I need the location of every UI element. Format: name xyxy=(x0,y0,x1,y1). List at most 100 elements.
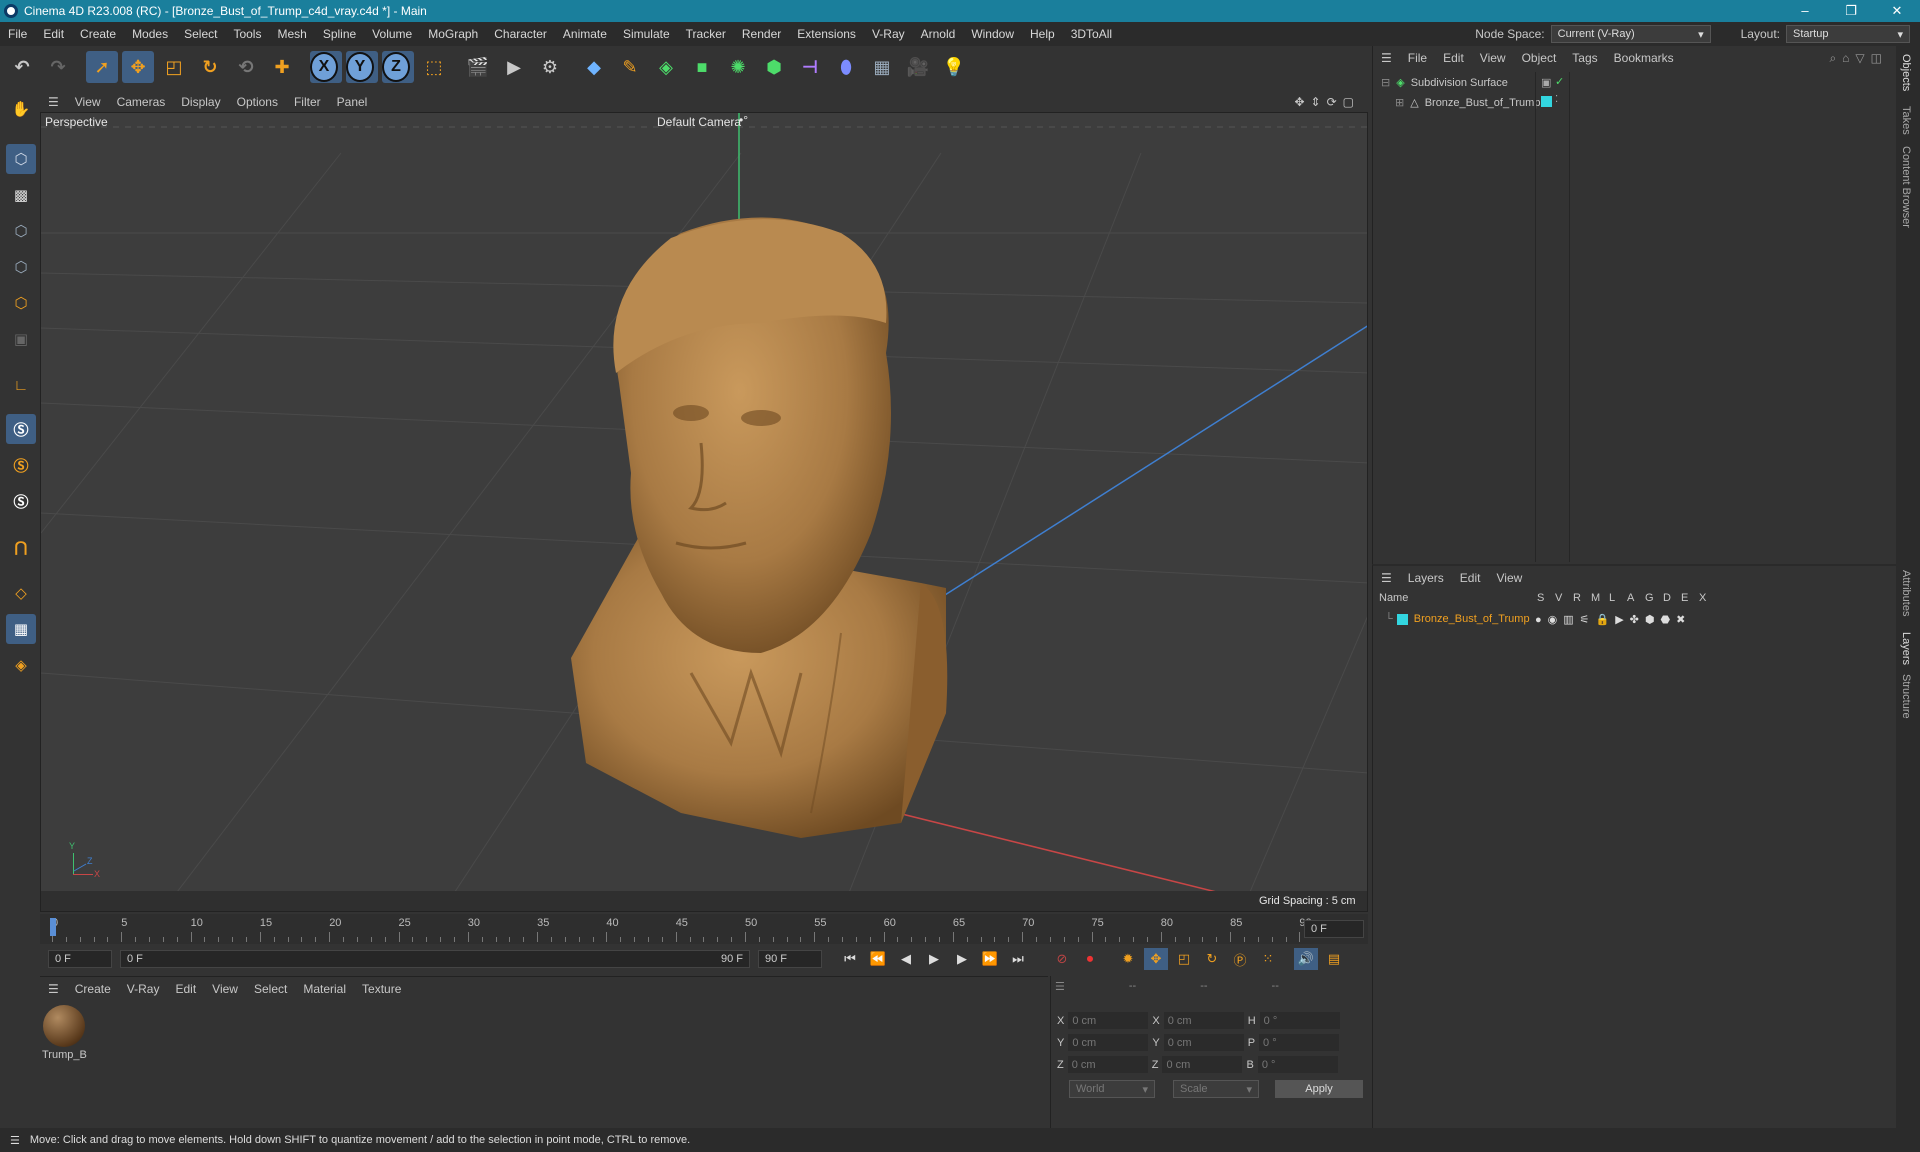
field-button[interactable]: ⬮ xyxy=(830,51,862,83)
enabled-check-icon[interactable]: ✓ xyxy=(1555,75,1564,88)
move-tool-button[interactable]: ✥ xyxy=(122,51,154,83)
menu-modes[interactable]: Modes xyxy=(124,27,176,41)
redo-button[interactable]: ↷ xyxy=(42,51,74,83)
snap-mode-button[interactable]: Ⓢ xyxy=(6,486,36,516)
camera-name[interactable]: Default Camera xyxy=(657,115,741,129)
material-menu-create[interactable]: Create xyxy=(67,982,119,996)
go-to-start-button[interactable]: ⏮ xyxy=(838,948,862,970)
object-menu-view[interactable]: View xyxy=(1472,51,1514,65)
edges-mode-button[interactable]: ⬡ xyxy=(6,252,36,282)
viewport-nav-icons[interactable]: ✥⇕⟳▢ xyxy=(1294,95,1368,109)
menu-character[interactable]: Character xyxy=(486,27,555,41)
key-scale-button[interactable]: ◰ xyxy=(1172,948,1196,970)
menu-window[interactable]: Window xyxy=(963,27,1022,41)
menu-help[interactable]: Help xyxy=(1022,27,1063,41)
visibility-dots-icon[interactable]: ⁚ xyxy=(1555,94,1558,105)
polygons-mode-button[interactable]: ⬡ xyxy=(6,288,36,318)
size-y-field[interactable]: 0 cm xyxy=(1163,1034,1244,1051)
menu-create[interactable]: Create xyxy=(72,27,124,41)
start-frame-field[interactable]: 0 F xyxy=(48,950,112,968)
edit-toggle-icon[interactable]: ▣ xyxy=(1541,76,1551,89)
axis-mode-button[interactable]: ∟ xyxy=(6,370,36,400)
size-z-field[interactable]: 0 cm xyxy=(1162,1056,1243,1073)
rotation-p-field[interactable]: 0 ° xyxy=(1259,1034,1340,1051)
magnet-button[interactable]: ⋂ xyxy=(6,532,36,562)
undo-button[interactable]: ↶ xyxy=(6,51,38,83)
autokey-button[interactable]: ⏺ xyxy=(1078,948,1102,970)
coordinate-system-button[interactable]: ⬚ xyxy=(418,51,450,83)
menu-render[interactable]: Render xyxy=(734,27,789,41)
tree-item-bust[interactable]: ⊞ △ Bronze_Bust_of_Trump xyxy=(1395,96,1540,110)
extrude-button[interactable]: ■ xyxy=(686,51,718,83)
material-swatch[interactable]: Trump_B xyxy=(42,1005,87,1061)
menu-arnold[interactable]: Arnold xyxy=(913,27,964,41)
go-to-end-button[interactable]: ⏭ xyxy=(1006,948,1030,970)
viewport-menu-cameras[interactable]: Cameras xyxy=(109,95,174,109)
cube-button[interactable]: ◆ xyxy=(578,51,610,83)
coord-system-dropdown[interactable]: World ▾ xyxy=(1069,1080,1155,1098)
maximize-button[interactable]: ❐ xyxy=(1828,3,1874,19)
select-tool-button[interactable]: ➚ xyxy=(86,51,118,83)
points-mode-button[interactable]: ⬡ xyxy=(6,216,36,246)
keyframe-selection-button[interactable]: ✹ xyxy=(1116,948,1140,970)
motion-clip-button[interactable]: 🔊 xyxy=(1294,948,1318,970)
size-x-field[interactable]: 0 cm xyxy=(1163,1012,1244,1029)
menu-edit[interactable]: Edit xyxy=(35,27,72,41)
position-z-field[interactable]: 0 cm xyxy=(1067,1056,1148,1073)
material-menu-texture[interactable]: Texture xyxy=(354,982,409,996)
workplane-button[interactable]: ◇ xyxy=(6,578,36,608)
play-button[interactable]: ▶ xyxy=(922,948,946,970)
layer-menu-layers[interactable]: Layers xyxy=(1400,571,1452,585)
menu-extensions[interactable]: Extensions xyxy=(789,27,864,41)
create-tool-button[interactable]: ✚ xyxy=(266,51,298,83)
viewport-menu-view[interactable]: View xyxy=(67,95,109,109)
minimize-button[interactable]: – xyxy=(1782,3,1828,19)
next-frame-button[interactable]: ▶ xyxy=(950,948,974,970)
render-view-button[interactable]: 🎬 xyxy=(462,51,494,83)
layer-row[interactable]: └ Bronze_Bust_of_Trump ●◉▥⚟🔒▶✤⬢⬣✖ xyxy=(1373,610,1897,628)
floor-button[interactable]: ▦ xyxy=(866,51,898,83)
material-menu-edit[interactable]: Edit xyxy=(167,982,204,996)
model-mode-button[interactable]: ⬡ xyxy=(6,144,36,174)
layer-hamburger-icon[interactable]: ☰ xyxy=(1373,571,1400,585)
recent-tool-button[interactable]: ⟲ xyxy=(230,51,262,83)
menu-tracker[interactable]: Tracker xyxy=(678,27,734,41)
viewport-hamburger-icon[interactable]: ☰ xyxy=(40,95,67,109)
menu-animate[interactable]: Animate xyxy=(555,27,615,41)
apply-button[interactable]: Apply xyxy=(1275,1080,1363,1098)
playhead-marker[interactable] xyxy=(50,918,56,936)
size-mode-dropdown[interactable]: Scale ▾ xyxy=(1173,1080,1259,1098)
menu-tools[interactable]: Tools xyxy=(225,27,269,41)
menu-spline[interactable]: Spline xyxy=(315,27,364,41)
status-hamburger-icon[interactable]: ☰ xyxy=(0,1134,30,1147)
snap-button[interactable]: Ⓢ xyxy=(6,414,36,444)
light-button[interactable]: 💡 xyxy=(938,51,970,83)
key-position-button[interactable]: ✥ xyxy=(1144,948,1168,970)
render-settings-button[interactable]: ⚙ xyxy=(534,51,566,83)
object-menu-bookmarks[interactable]: Bookmarks xyxy=(1606,51,1682,65)
menu-vray[interactable]: V-Ray xyxy=(864,27,913,41)
cloner-button[interactable]: ✺ xyxy=(722,51,754,83)
layout-dropdown[interactable]: Startup ▾ xyxy=(1786,25,1910,43)
current-frame-field[interactable]: 0 F xyxy=(1304,920,1364,938)
y-axis-button[interactable]: Y xyxy=(346,51,378,83)
material-menu-select[interactable]: Select xyxy=(246,982,295,996)
key-parameter-button[interactable]: Ⓟ xyxy=(1228,948,1252,970)
tab-structure[interactable]: Structure xyxy=(1900,674,1912,719)
tab-objects[interactable]: Objects xyxy=(1900,54,1912,91)
tab-content-browser[interactable]: Content Browser xyxy=(1900,146,1912,228)
object-menu-object[interactable]: Object xyxy=(1514,51,1565,65)
scale-tool-button[interactable]: ◰ xyxy=(158,51,190,83)
layer-color-icon[interactable] xyxy=(1541,96,1552,107)
rotation-h-field[interactable]: 0 ° xyxy=(1259,1012,1340,1029)
tab-layers[interactable]: Layers xyxy=(1900,632,1912,665)
timeline-window-button[interactable]: ▤ xyxy=(1322,948,1346,970)
material-menu-view[interactable]: View xyxy=(204,982,246,996)
material-menu-vray[interactable]: V-Ray xyxy=(119,982,168,996)
viewport-menu-display[interactable]: Display xyxy=(173,95,228,109)
previous-frame-button[interactable]: ◀ xyxy=(894,948,918,970)
menu-file[interactable]: File xyxy=(0,27,35,41)
position-y-field[interactable]: 0 cm xyxy=(1068,1034,1149,1051)
quantize-button[interactable]: ◈ xyxy=(6,650,36,680)
viewport-menu-options[interactable]: Options xyxy=(229,95,286,109)
